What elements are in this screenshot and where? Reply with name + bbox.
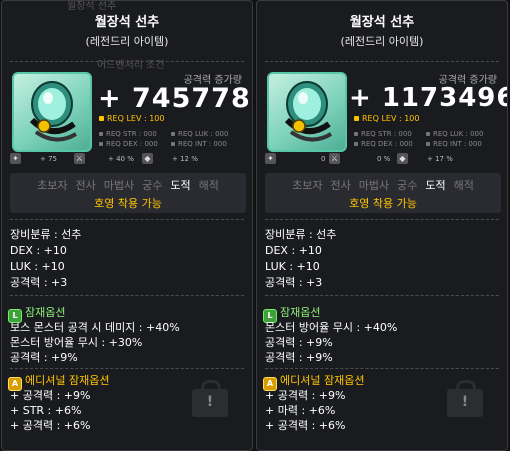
job-thief: 도적 — [170, 179, 191, 192]
item-rarity: (레전드리 아이템) — [85, 35, 169, 48]
attribute-list: 장비분류 : 선추 DEX : +10 LUK : +10 공격력 : +3 — [265, 227, 336, 291]
divider — [10, 295, 244, 296]
item-rarity: (레전드리 아이템) — [340, 35, 424, 48]
stat-bar: ✦ + 75 ⚔ + 40 % ◆ + 12 % — [10, 153, 248, 167]
additional-title: 에디셔널 잠재옵션 — [25, 374, 110, 387]
divider — [10, 219, 244, 220]
job-magician: 마법사 — [358, 179, 390, 192]
additional-lines: + 공격력 : +9% + STR : +6% + 공격력 : +6% — [10, 388, 90, 433]
req-level: REQ LEV : 100 — [99, 114, 165, 123]
attack-increase-value: + 1173496 — [349, 83, 508, 113]
req-dex: REQ DEX : 000 — [106, 140, 158, 148]
potential-line: 몬스터 방어율 무시 : +30% — [10, 336, 143, 349]
potential-line: 몬스터 방어율 무시 : +40% — [265, 321, 398, 334]
attr-category: 장비분류 : 선추 — [265, 228, 337, 241]
shield-icon: ◆ — [397, 153, 408, 164]
item-tooltip-right: 월장석 선추 (레전드리 아이템) 공격력 증가량 + 1173496 REQ … — [256, 0, 508, 451]
stat-bar: ✦ 0 ⚔ 0 % ◆ + 17 % — [265, 153, 503, 167]
stat-bar-a: 0 — [321, 155, 326, 163]
job-requirement-box: 초보자 전사 마법사 궁수 도적 해적 호영 착용 가능 — [10, 173, 246, 213]
potential-lines: 보스 몬스터 공격 시 데미지 : +40% 몬스터 방어율 무시 : +30%… — [10, 320, 180, 365]
attr-dex: DEX : +10 — [265, 244, 322, 257]
attribute-list: 장비분류 : 선추 DEX : +10 LUK : +10 공격력 : +3 — [10, 227, 81, 291]
job-requirement-box: 초보자 전사 마법사 궁수 도적 해적 호영 착용 가능 — [265, 173, 501, 213]
job-warrior: 전사 — [330, 179, 351, 192]
potential-line: 보스 몬스터 공격 시 데미지 : +40% — [10, 321, 180, 334]
job-list: 초보자 전사 마법사 궁수 도적 해적 — [10, 177, 246, 193]
equip-note: 호영 착용 가능 — [349, 197, 417, 210]
lock-icon: ! — [447, 380, 483, 417]
lock-icon: ! — [192, 380, 228, 417]
req-str: REQ STR : 000 — [361, 130, 412, 138]
divider — [10, 368, 244, 369]
attr-category: 장비분류 : 선추 — [10, 228, 82, 241]
job-magician: 마법사 — [103, 179, 135, 192]
stat-bar-a: + 75 — [40, 155, 57, 163]
attr-attack: 공격력 : +3 — [10, 276, 68, 289]
potential-title: 잠재옵션 — [25, 306, 66, 319]
req-int: REQ INT : 000 — [433, 140, 482, 148]
ignore-defense-icon: ⚔ — [329, 153, 340, 164]
requirements: REQ STR : 000 REQ LUK : 000 REQ DEX : 000… — [99, 129, 249, 149]
job-warrior: 전사 — [75, 179, 96, 192]
moonstone-pendant-icon — [284, 81, 333, 142]
job-pirate: 해적 — [453, 179, 474, 192]
star-force-icon: ✦ — [265, 153, 276, 164]
stat-bar-b: + 40 % — [108, 155, 134, 163]
stat-bar-b: 0 % — [377, 155, 391, 163]
stat-bar-c: + 12 % — [172, 155, 198, 163]
potential-lines: 몬스터 방어율 무시 : +40% 공격력 : +9% 공격력 : +9% — [265, 320, 397, 365]
req-dex: REQ DEX : 000 — [361, 140, 413, 148]
additional-line: + 공격력 : +9% — [265, 389, 346, 402]
potential-line: 공격력 : +9% — [265, 351, 333, 364]
item-icon — [12, 72, 92, 152]
item-title: 월장석 선추 — [94, 15, 160, 30]
attr-luk: LUK : +10 — [265, 260, 320, 273]
req-str: REQ STR : 000 — [106, 130, 157, 138]
job-beginner: 초보자 — [37, 179, 68, 192]
job-thief: 도적 — [425, 179, 446, 192]
potential-line: 공격력 : +9% — [10, 351, 78, 364]
req-luk: REQ LUK : 000 — [178, 130, 229, 138]
additional-title: 에디셔널 잠재옵션 — [280, 374, 365, 387]
divider — [265, 61, 499, 62]
potential-line: 공격력 : +9% — [265, 336, 333, 349]
divider — [265, 368, 499, 369]
job-bowman: 궁수 — [397, 179, 418, 192]
additional-lines: + 공격력 : +9% + 마력 : +6% + 공격력 : +6% — [265, 388, 345, 433]
req-level: REQ LEV : 100 — [354, 114, 420, 123]
potential-title: 잠재옵션 — [280, 306, 321, 319]
additional-line: + 공격력 : +6% — [10, 419, 91, 432]
divider — [10, 61, 244, 62]
attr-luk: LUK : +10 — [10, 260, 65, 273]
job-list: 초보자 전사 마법사 궁수 도적 해적 — [265, 177, 501, 193]
job-bowman: 궁수 — [142, 179, 163, 192]
additional-line: + STR : +6% — [10, 404, 82, 417]
req-luk: REQ LUK : 000 — [433, 130, 484, 138]
item-title: 월장석 선추 — [349, 15, 415, 30]
attr-dex: DEX : +10 — [10, 244, 67, 257]
requirements: REQ STR : 000 REQ LUK : 000 REQ DEX : 000… — [354, 129, 504, 149]
additional-line: + 공격력 : +9% — [10, 389, 91, 402]
item-tooltip-left: 월장석 선추 어드벤처리 조건 월장석 선추 (레전드리 아이템) 공격력 증가… — [1, 0, 253, 451]
job-beginner: 초보자 — [292, 179, 323, 192]
ignore-defense-icon: ⚔ — [74, 153, 85, 164]
stat-bar-c: + 17 % — [427, 155, 453, 163]
req-int: REQ INT : 000 — [178, 140, 227, 148]
attack-increase-value: + 745778 — [98, 83, 251, 114]
moonstone-pendant-icon — [29, 81, 78, 142]
additional-line: + 마력 : +6% — [265, 404, 336, 417]
star-force-icon: ✦ — [10, 153, 21, 164]
shield-icon: ◆ — [142, 153, 153, 164]
divider — [265, 219, 499, 220]
item-icon — [267, 72, 347, 152]
job-pirate: 해적 — [198, 179, 219, 192]
additional-line: + 공격력 : +6% — [265, 419, 346, 432]
ghost-condition: 어드벤처리 조건 — [97, 60, 165, 71]
divider — [265, 295, 499, 296]
attr-attack: 공격력 : +3 — [265, 276, 323, 289]
equip-note: 호영 착용 가능 — [94, 197, 162, 210]
